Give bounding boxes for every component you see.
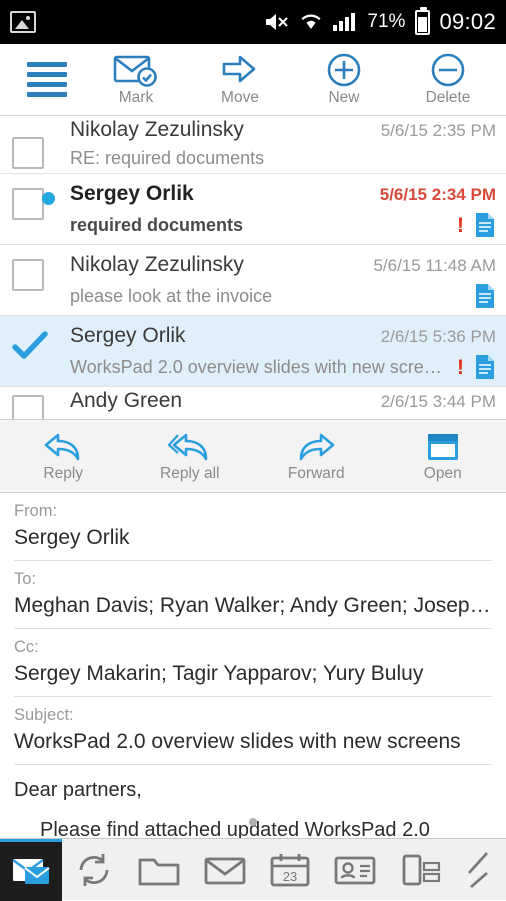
status-bar: 71% 09:02 — [0, 0, 506, 44]
move-button[interactable]: Move — [195, 52, 285, 107]
message-date: 5/6/15 11:48 AM — [373, 256, 496, 275]
message-body: Dear partners, Please find attached upda… — [14, 765, 492, 845]
message-date: 2/6/15 5:36 PM — [380, 327, 496, 346]
table-row[interactable]: Andy Green 2/6/15 3:44 PM — [0, 387, 506, 419]
message-sender: Andy Green — [70, 389, 183, 412]
open-label: Open — [423, 465, 462, 482]
status-clock: 09:02 — [439, 9, 496, 34]
to-field: To: Meghan Davis; Ryan Walker; Andy Gree… — [14, 561, 492, 629]
open-button[interactable]: Open — [393, 429, 493, 483]
mark-button[interactable]: Mark — [91, 52, 181, 107]
battery-percent-label: 71% — [367, 11, 406, 32]
important-icon: ! — [457, 213, 464, 237]
message-subject: RE: required documents — [70, 148, 265, 168]
delete-button[interactable]: Delete — [403, 52, 493, 107]
message-date: 2/6/15 3:44 PM — [380, 392, 496, 411]
pager-dot — [249, 818, 257, 826]
move-label: Move — [221, 89, 259, 106]
mark-label: Mark — [118, 89, 154, 106]
top-toolbar: Mark Move New Delete — [0, 44, 506, 116]
attachment-document-icon — [474, 212, 496, 238]
message-sender: Nikolay Zezulinsky — [70, 253, 244, 276]
message-date: 5/6/15 2:35 PM — [380, 121, 496, 140]
attachment-document-icon — [474, 283, 496, 309]
row-checkbox-checked-icon[interactable] — [12, 330, 48, 362]
message-list[interactable]: Nikolay Zezulinsky 5/6/15 2:35 PM RE: re… — [0, 116, 506, 419]
folder-icon[interactable] — [137, 851, 181, 889]
battery-icon — [415, 6, 431, 35]
message-detail-pane[interactable]: From: Sergey Orlik To: Meghan Davis; Rya… — [0, 493, 506, 845]
mail-app-tile-icon[interactable] — [0, 838, 62, 901]
envelope-icon[interactable] — [203, 852, 247, 888]
message-sender: Nikolay Zezulinsky — [70, 118, 244, 141]
signal-icon — [332, 11, 358, 33]
pencil-edit-icon[interactable] — [465, 851, 491, 889]
reply-all-label: Reply all — [160, 465, 220, 482]
row-checkbox[interactable] — [12, 259, 44, 291]
wifi-icon — [299, 11, 323, 33]
row-checkbox[interactable] — [12, 188, 44, 220]
hamburger-menu-icon[interactable] — [6, 62, 84, 97]
reply-toolbar: Reply Reply all Forward Open — [0, 419, 506, 493]
sync-refresh-icon[interactable] — [73, 850, 115, 890]
mute-icon — [264, 11, 290, 33]
mark-envelope-check-icon — [91, 52, 181, 88]
reply-all-button[interactable]: Reply all — [140, 429, 240, 483]
open-window-icon — [393, 429, 493, 465]
attachment-document-icon — [474, 354, 496, 380]
calendar-23-icon[interactable]: 23 — [269, 851, 311, 889]
image-icon — [10, 11, 36, 33]
forward-arrow-icon — [266, 429, 366, 465]
devices-icon[interactable] — [399, 851, 443, 889]
unread-dot-icon — [42, 192, 55, 205]
important-icon: ! — [457, 355, 464, 379]
body-greeting: Dear partners, — [14, 779, 142, 801]
to-label: To: — [14, 570, 37, 588]
message-subject: WorksPad 2.0 overview slides with new sc… — [70, 356, 447, 377]
subject-value: WorksPad 2.0 overview slides with new sc… — [14, 730, 461, 753]
new-button[interactable]: New — [299, 52, 389, 107]
reply-button[interactable]: Reply — [13, 429, 113, 483]
delete-label: Delete — [425, 89, 471, 106]
row-checkbox[interactable] — [12, 395, 44, 419]
forward-label: Forward — [287, 465, 345, 482]
message-date: 5/6/15 2:34 PM — [379, 185, 496, 204]
message-subject: required documents — [70, 214, 244, 235]
reply-arrow-icon — [13, 429, 113, 465]
subject-field: Subject: WorksPad 2.0 overview slides wi… — [14, 697, 492, 765]
row-checkbox[interactable] — [12, 137, 44, 169]
cc-value: Sergey Makarin; Tagir Yapparov; Yury Bul… — [14, 662, 424, 685]
delete-minus-circle-icon — [403, 52, 493, 88]
cc-label: Cc: — [14, 638, 39, 656]
message-sender: Sergey Orlik — [70, 324, 186, 347]
table-row[interactable]: Nikolay Zezulinsky 5/6/15 2:35 PM RE: re… — [0, 116, 506, 174]
bottom-navigation-bar: 23 — [0, 838, 506, 901]
new-label: New — [328, 89, 360, 106]
move-arrow-icon — [195, 52, 285, 88]
svg-text:23: 23 — [283, 869, 297, 884]
from-value: Sergey Orlik — [14, 526, 130, 549]
from-field: From: Sergey Orlik — [14, 493, 492, 561]
table-row[interactable]: Sergey Orlik 5/6/15 2:34 PM required doc… — [0, 174, 506, 245]
table-row[interactable]: Sergey Orlik 2/6/15 5:36 PM WorksPad 2.0… — [0, 316, 506, 387]
reply-label: Reply — [43, 465, 84, 482]
message-subject: please look at the invoice — [70, 285, 273, 306]
contacts-card-icon[interactable] — [333, 852, 377, 888]
new-plus-circle-icon — [299, 52, 389, 88]
cc-field: Cc: Sergey Makarin; Tagir Yapparov; Yury… — [14, 629, 492, 697]
table-row[interactable]: Nikolay Zezulinsky 5/6/15 11:48 AM pleas… — [0, 245, 506, 316]
subject-label: Subject: — [14, 706, 74, 724]
message-sender: Sergey Orlik — [70, 182, 194, 205]
forward-button[interactable]: Forward — [266, 429, 366, 483]
to-value: Meghan Davis; Ryan Walker; Andy Green; J… — [14, 594, 492, 617]
from-label: From: — [14, 502, 58, 520]
reply-all-arrow-icon — [140, 429, 240, 465]
